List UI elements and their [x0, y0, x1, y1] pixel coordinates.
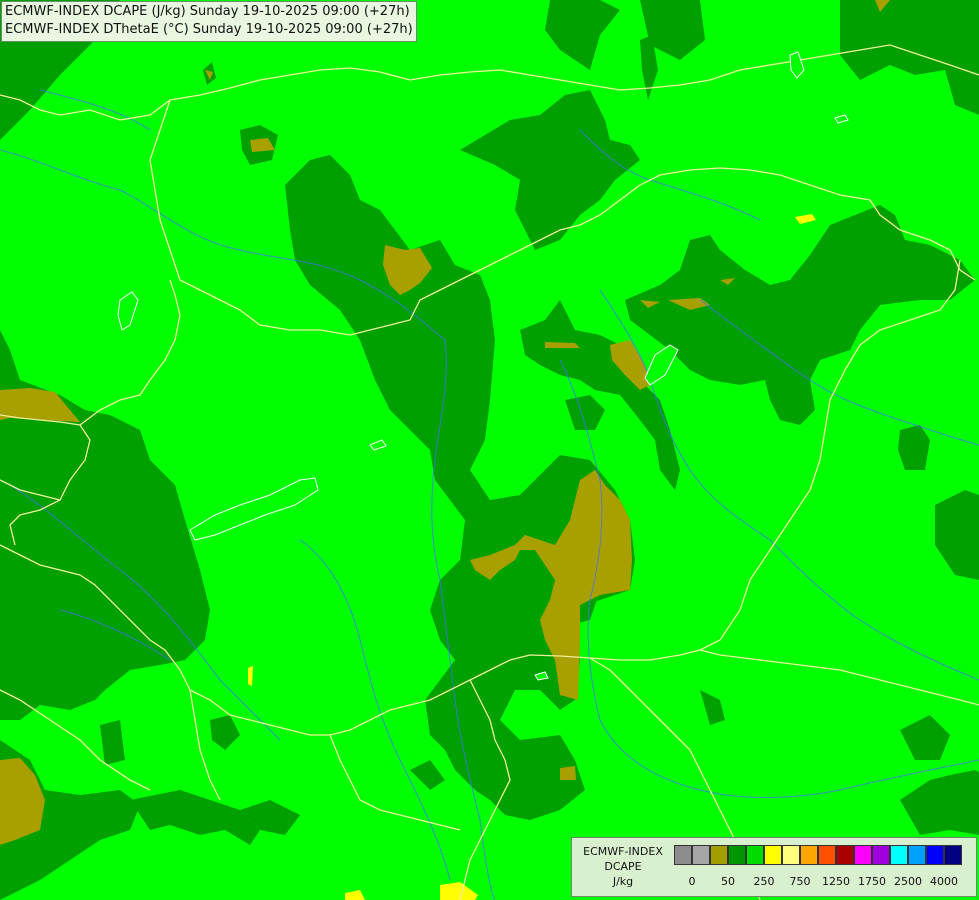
legend-tick-label: 2500: [894, 875, 922, 888]
legend-swatch: [800, 845, 818, 865]
legend-swatch: [782, 845, 800, 865]
legend-swatch: [890, 845, 908, 865]
dcape-map: [0, 0, 979, 900]
legend-tick-label: 1250: [822, 875, 850, 888]
legend-tick-label: 1750: [858, 875, 886, 888]
legend-swatch: [944, 845, 962, 865]
map-title-box: ECMWF-INDEX DCAPE (J/kg) Sunday 19-10-20…: [1, 1, 417, 42]
legend-swatch: [872, 845, 890, 865]
legend-model: ECMWF-INDEX: [583, 845, 663, 858]
legend-unit: J/kg: [612, 875, 634, 888]
legend-tick-label: 50: [721, 875, 735, 888]
legend-swatch: [728, 845, 746, 865]
legend-tick-label: 750: [789, 875, 811, 888]
legend-swatch: [692, 845, 710, 865]
legend-swatch: [746, 845, 764, 865]
color-legend: ECMWF-INDEX DCAPE J/kg 0 50 250 750 1250 1750…: [571, 837, 977, 897]
legend-swatch: [818, 845, 836, 865]
map-title-dthetae: ECMWF-INDEX DThetaE (°C) Sunday 19-10-20…: [5, 22, 413, 37]
legend-parameter: DCAPE: [604, 860, 642, 873]
legend-swatch: [710, 845, 728, 865]
legend-tick-labels: 0 50 250 750 1250 1750 2500 4000: [674, 875, 974, 889]
legend-tick-label: 0: [688, 875, 696, 888]
legend-swatch: [764, 845, 782, 865]
legend-tick-label: 4000: [930, 875, 958, 888]
legend-swatch: [674, 845, 692, 865]
legend-label: ECMWF-INDEX DCAPE J/kg: [576, 844, 670, 889]
legend-tick-label: 250: [753, 875, 775, 888]
legend-swatches: [674, 845, 962, 865]
legend-swatch: [926, 845, 944, 865]
legend-swatch: [908, 845, 926, 865]
map-title-dcape: ECMWF-INDEX DCAPE (J/kg) Sunday 19-10-20…: [5, 4, 410, 19]
legend-swatch: [854, 845, 872, 865]
legend-swatch: [836, 845, 854, 865]
